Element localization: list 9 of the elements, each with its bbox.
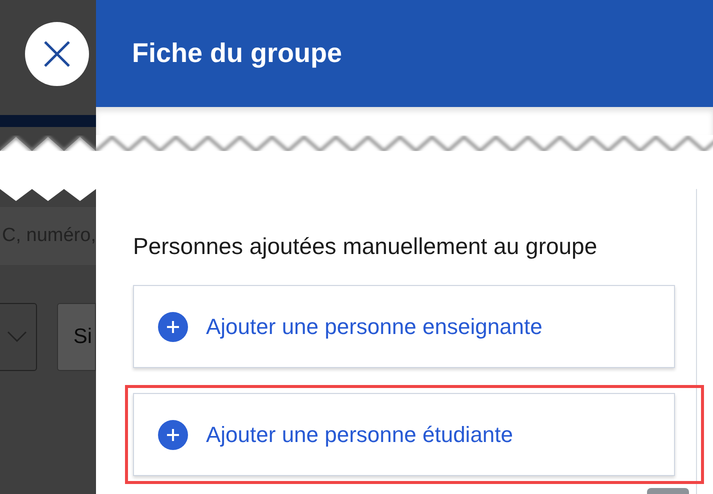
plus-icon [158, 420, 188, 450]
plus-icon [158, 312, 188, 342]
add-person-button[interactable]: Ajouter une personne étudiante [133, 393, 675, 476]
dropdown[interactable] [0, 303, 38, 371]
chevron-down-icon [6, 331, 27, 343]
panel-title: Fiche du groupe [132, 37, 342, 70]
section-heading: Personnes ajoutées manuellement au groupe [133, 232, 598, 261]
add-person-button[interactable]: Ajouter une personne enseignante [133, 285, 675, 368]
close-icon [43, 40, 71, 68]
